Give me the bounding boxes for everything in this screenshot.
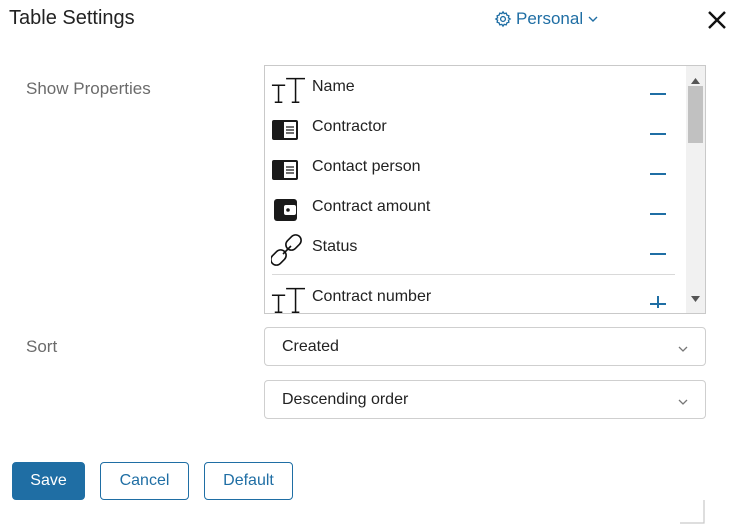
list-item-contact-person: Contact person [271, 152, 675, 188]
list-item-contract-number: Contract number [271, 282, 675, 313]
chevron-down-icon [678, 393, 688, 411]
property-label: Contract amount [312, 198, 431, 215]
contact-card-icon [271, 155, 305, 185]
add-property-button[interactable] [649, 290, 667, 312]
property-label: Contractor [312, 118, 387, 135]
link-icon [271, 234, 305, 266]
remove-property-button[interactable] [649, 200, 667, 218]
contact-card-icon [271, 115, 305, 145]
personal-label: Personal [516, 9, 584, 28]
property-label: Contract number [312, 288, 432, 305]
show-properties-label: Show Properties [26, 79, 151, 98]
scrollbar-thumb[interactable] [688, 86, 703, 143]
scrollbar[interactable] [686, 66, 705, 313]
list-divider [272, 274, 675, 275]
properties-list[interactable]: Name Contractor Contact person Contract … [264, 65, 706, 314]
list-item-status: Status [271, 232, 675, 268]
chevron-down-icon [678, 340, 688, 358]
sort-order-value: Descending order [282, 391, 409, 408]
dialog-title: Table Settings [9, 7, 135, 29]
save-button[interactable]: Save [12, 462, 85, 500]
sort-order-select[interactable]: Descending order [264, 380, 706, 419]
list-item-contract-amount: Contract amount [271, 192, 675, 228]
sort-field-value: Created [282, 338, 339, 355]
gear-icon [494, 10, 512, 28]
list-item-name: Name [271, 72, 675, 108]
default-button[interactable]: Default [204, 462, 293, 500]
remove-property-button[interactable] [649, 120, 667, 138]
chevron-down-icon [587, 13, 599, 25]
list-item-contractor: Contractor [271, 112, 675, 148]
property-label: Status [312, 238, 358, 255]
personal-settings-dropdown[interactable]: Personal [494, 9, 599, 29]
text-type-icon [271, 285, 305, 313]
remove-property-button[interactable] [649, 80, 667, 98]
scroll-down-arrow-icon[interactable] [691, 289, 700, 307]
remove-property-button[interactable] [649, 240, 667, 258]
property-label: Name [312, 78, 355, 95]
close-icon[interactable] [705, 8, 729, 32]
sort-field-select[interactable]: Created [264, 327, 706, 366]
cancel-button[interactable]: Cancel [100, 462, 189, 500]
text-type-icon [271, 75, 305, 105]
wallet-icon [271, 195, 305, 225]
sort-label: Sort [26, 337, 58, 356]
resize-handle[interactable] [680, 500, 705, 524]
property-label: Contact person [312, 158, 421, 175]
remove-property-button[interactable] [649, 160, 667, 178]
